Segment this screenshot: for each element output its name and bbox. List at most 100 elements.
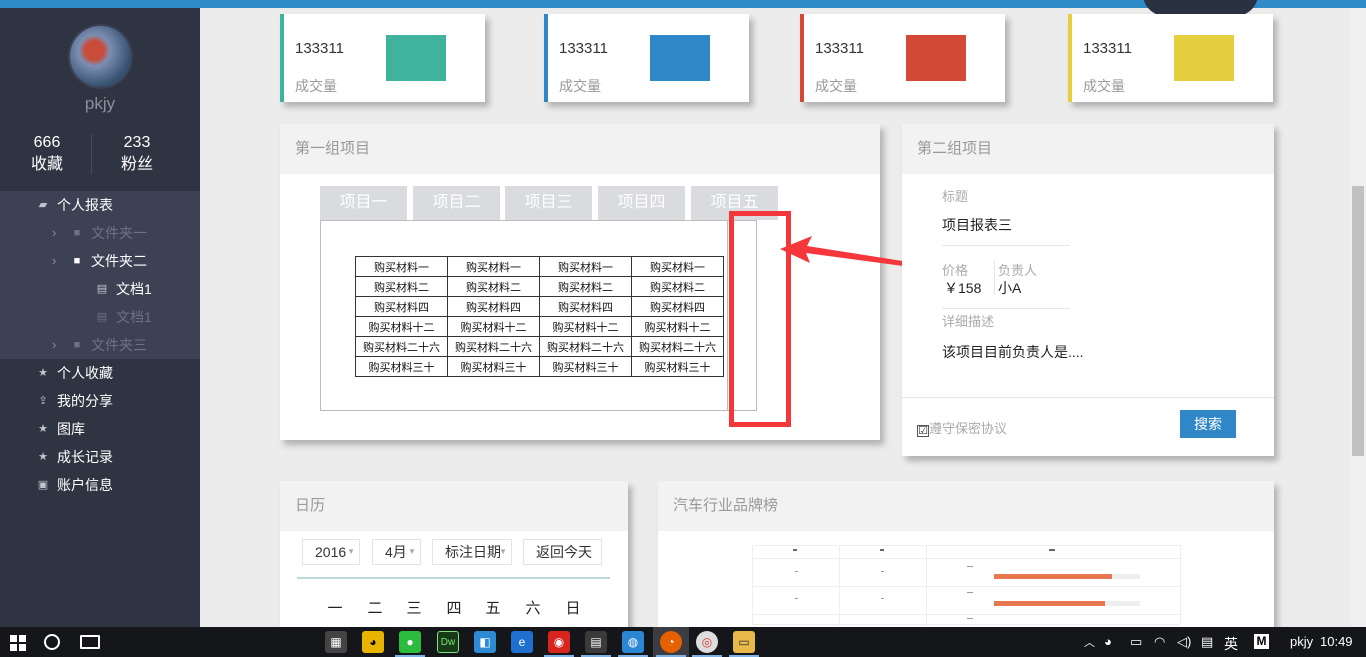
table-cell: 购买材料二 [447, 276, 540, 297]
dreamweaver-icon[interactable]: Dw [437, 631, 459, 653]
table-cell: 购买材料一 [447, 256, 540, 277]
stat-card-accent [280, 14, 284, 102]
divider [942, 308, 1070, 309]
caret-down-icon: ▼ [408, 547, 416, 556]
panel-title: 第二组项目 [902, 124, 1274, 174]
weekday-thu: 四 [446, 600, 462, 617]
task-view-icon[interactable] [80, 635, 100, 649]
sidebar-item-favorites[interactable]: ★ 个人收藏 [0, 359, 200, 387]
weekday-tue: 二 [367, 600, 383, 617]
table-cell [967, 618, 973, 619]
divider [994, 260, 995, 294]
notification-icon[interactable]: ▤ [1201, 634, 1213, 650]
fans-stat[interactable]: 233 粉丝 [102, 132, 172, 176]
app-icon[interactable]: ◧ [474, 631, 496, 653]
table-cell: 购买材料二 [355, 276, 448, 297]
sidebar-item-account[interactable]: ▣ 账户信息 [0, 471, 200, 499]
sidebar-item-document-1[interactable]: ▤ 文档1 [0, 275, 200, 303]
title-label: 标题 [942, 189, 969, 204]
stat-card-accent [1068, 14, 1072, 102]
qq-icon[interactable]: ◕ [362, 631, 384, 653]
table-cell: 购买材料四 [447, 296, 540, 317]
stat-value: 133311 [815, 40, 864, 57]
table-cell: 购买材料三十 [539, 356, 632, 377]
wechat-icon[interactable]: ● [399, 631, 421, 653]
owner-label: 负责人 [998, 263, 1038, 278]
title-value: 项目报表三 [942, 217, 1012, 233]
qq-tray-icon[interactable]: ◕ [1104, 634, 1112, 649]
star-icon: ★ [38, 367, 48, 379]
stat-label: 成交量 [559, 78, 601, 94]
calendar-panel: 日历 2016 ▼ 4月 ▼ 标注日期 ▼ 返回今天 一 二 三 四 五 六 日 [280, 481, 628, 631]
tab-project-3[interactable]: 项目三 [505, 186, 592, 220]
panel-title: 日历 [280, 481, 628, 531]
stat-swatch [386, 35, 446, 81]
progress-bar [994, 601, 1105, 606]
file-explorer-icon[interactable]: ▭ [733, 631, 755, 653]
fans-label: 粉丝 [120, 156, 153, 173]
agree-checkbox[interactable]: ☑遵守保密协议 [917, 418, 1007, 437]
sidebar-item-folder-1[interactable]: › ■ 文件夹一 [0, 219, 200, 247]
search-circle-icon[interactable] [44, 634, 60, 650]
table-row: 购买材料四 购买材料四 购买材料四 购买材料四 [355, 296, 724, 317]
materials-table: 购买材料一 购买材料一 购买材料一 购买材料一 购买材料二 购买材料二 购买材料二 购买材料二… [355, 256, 724, 377]
progress-track [994, 574, 1140, 579]
clock[interactable]: 10:49 [1320, 634, 1353, 649]
taskbar: ▦ ◕ ● Dw ◧ e ◉ ▤ ◍ ◔ ◎ ▭ ︿ ◕ ▭ ◠ ◁) ▤ 英 … [0, 627, 1366, 657]
chrome-icon[interactable]: ◎ [696, 631, 718, 653]
windows-start-icon[interactable] [10, 635, 26, 651]
back-today-button[interactable]: 返回今天 [523, 539, 602, 565]
divider [942, 245, 1070, 246]
month-select[interactable]: 4月 ▼ [372, 539, 421, 565]
table-cell: 购买材料一 [539, 256, 632, 277]
table-cell [881, 571, 884, 572]
sidebar-item-label: 个人收藏 [57, 365, 113, 381]
sidebar-item-folder-3[interactable]: › ■ 文件夹三 [0, 331, 200, 359]
chat-icon[interactable]: ◍ [622, 631, 644, 653]
scrollbar-thumb[interactable] [1352, 186, 1364, 456]
ime-mode-icon[interactable]: M [1254, 634, 1269, 649]
table-cell: 购买材料三十 [355, 356, 448, 377]
chevron-up-icon[interactable]: ︿ [1084, 634, 1095, 650]
stat-divider [91, 134, 92, 174]
tab-project-2[interactable]: 项目二 [413, 186, 500, 220]
firefox-icon[interactable]: ◔ [660, 631, 682, 653]
ime-indicator[interactable]: 英 [1224, 634, 1238, 654]
stat-swatch [1174, 35, 1234, 81]
sidebar-item-personal-report[interactable]: ▰ 个人报表 [0, 191, 200, 219]
terminal-icon[interactable]: ▤ [585, 631, 607, 653]
checkbox-icon[interactable]: ☑ [917, 425, 929, 437]
sidebar-item-gallery[interactable]: ★ 图库 [0, 415, 200, 443]
sidebar-menu: ▰ 个人报表 › ■ 文件夹一 › ■ 文件夹二 ▤ 文档1 ▤ 文档1 › ■… [0, 191, 200, 499]
tab-project-1[interactable]: 项目一 [320, 186, 407, 220]
star-icon: ★ [38, 451, 48, 463]
avatar[interactable] [68, 24, 133, 89]
stat-label: 成交量 [295, 78, 337, 94]
volume-icon[interactable]: ◁) [1177, 634, 1191, 650]
calendar-divider [297, 577, 610, 579]
stat-value: 133311 [295, 40, 344, 57]
sidebar-item-folder-2[interactable]: › ■ 文件夹二 [0, 247, 200, 275]
edge-icon[interactable]: e [511, 631, 533, 653]
store-icon[interactable]: ▦ [325, 631, 347, 653]
sidebar-item-my-share[interactable]: ⇪ 我的分享 [0, 387, 200, 415]
stat-card-accent [800, 14, 804, 102]
mark-date-select[interactable]: 标注日期 ▼ [432, 539, 512, 565]
wifi-icon[interactable]: ◠ [1154, 634, 1165, 650]
year-select[interactable]: 2016 ▼ [302, 539, 360, 565]
folder-icon: ■ [73, 255, 81, 267]
search-button[interactable]: 搜索 [1180, 410, 1236, 438]
table-cell: 购买材料二十六 [631, 336, 724, 357]
document-icon: ▤ [96, 283, 108, 295]
sidebar-item-document-2[interactable]: ▤ 文档1 [0, 303, 200, 331]
stat-value: 133311 [559, 40, 608, 57]
tab-project-4[interactable]: 项目四 [598, 186, 685, 220]
table-cell: 购买材料四 [631, 296, 724, 317]
folder-icon: ■ [73, 339, 81, 351]
weibo-icon[interactable]: ◉ [548, 631, 570, 653]
sidebar-item-growth[interactable]: ★ 成长记录 [0, 443, 200, 471]
brand-rank-panel: 汽车行业品牌榜 [658, 481, 1274, 631]
caret-down-icon: ▼ [347, 547, 355, 556]
favorites-stat[interactable]: 666 收藏 [12, 132, 82, 176]
battery-icon[interactable]: ▭ [1130, 634, 1142, 650]
